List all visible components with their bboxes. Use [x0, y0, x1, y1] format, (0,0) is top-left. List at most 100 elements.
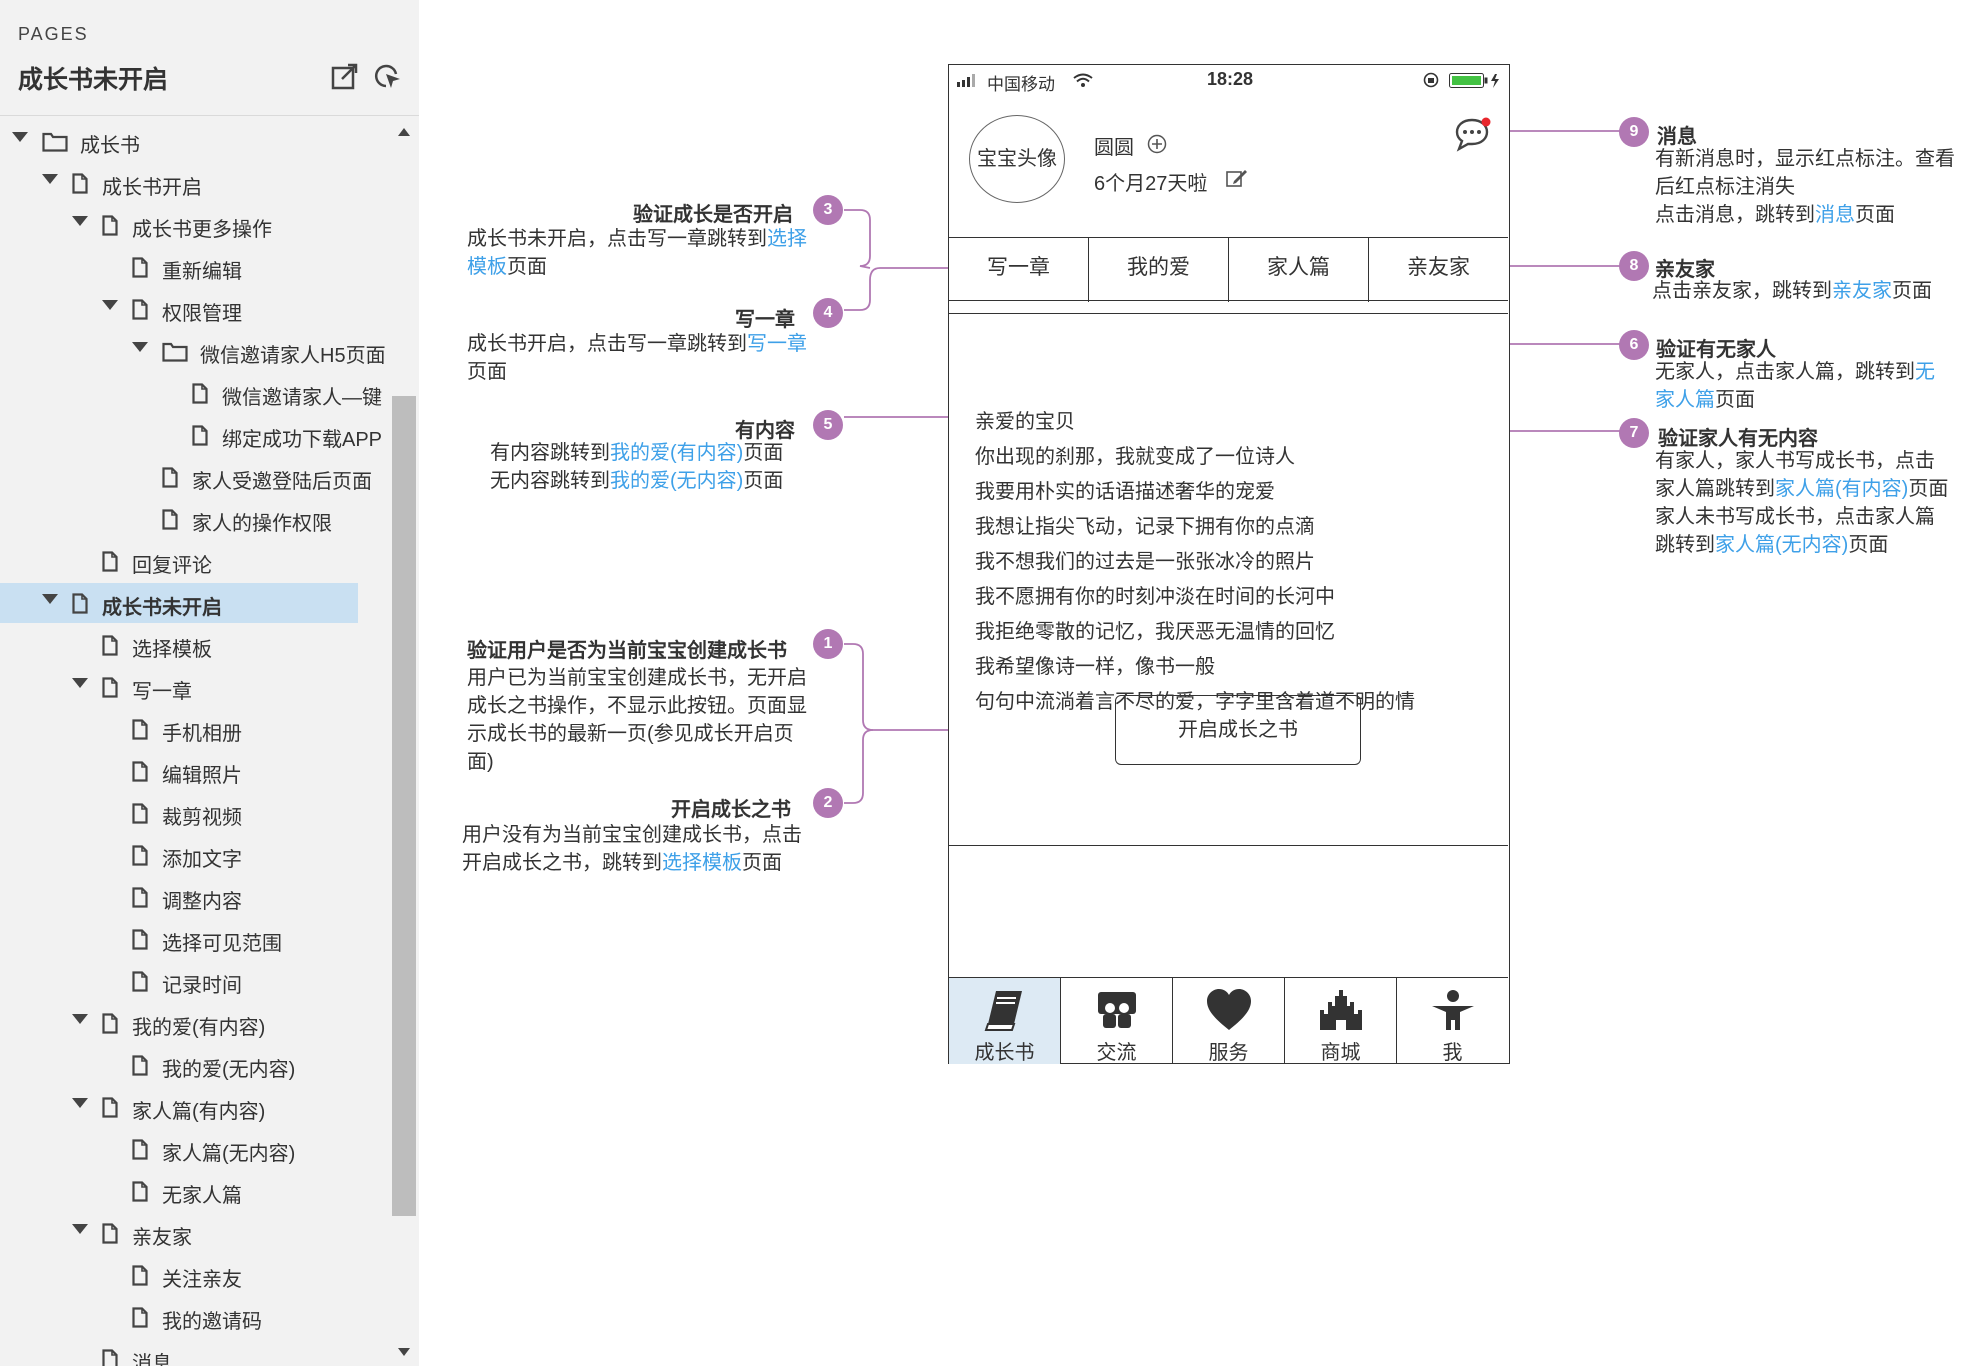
tree-item-9[interactable]: 家人的操作权限 [0, 499, 358, 539]
text: 页面 [467, 361, 507, 383]
nav-service[interactable]: 服务 [1173, 978, 1285, 1064]
annotation-5-line-2: 无内容跳转到我的爱(无内容)页面 [490, 467, 820, 495]
link-messages[interactable]: 消息 [1815, 204, 1855, 226]
page-icon [72, 173, 88, 194]
open-growth-book-button[interactable]: 开启成长之书 [1115, 695, 1361, 765]
tree-item-label: 我的爱(无内容) [162, 1059, 296, 1081]
tree-item-26[interactable]: 亲友家 [0, 1213, 358, 1253]
tree-item-14[interactable]: 手机相册 [0, 709, 358, 749]
profile-header: 宝宝头像 圆圆 6个月27天啦 [949, 95, 1508, 237]
tab-label: 亲友家 [1407, 256, 1470, 279]
nav-mall[interactable]: 商城 [1285, 978, 1397, 1064]
tree-item-17[interactable]: 添加文字 [0, 835, 358, 875]
page-icon [102, 677, 118, 698]
tab-label: 我的爱 [1127, 256, 1190, 279]
link-my-love-no-content[interactable]: 我的爱(无内容) [610, 470, 743, 492]
tree-item-10[interactable]: 回复评论 [0, 541, 358, 581]
tree-item-16[interactable]: 裁剪视频 [0, 793, 358, 833]
link-friends[interactable]: 亲友家 [1832, 280, 1892, 302]
person-icon [1431, 990, 1474, 1030]
nav-label: 商城 [1320, 1042, 1361, 1064]
tree-item-19[interactable]: 选择可见范围 [0, 919, 358, 959]
tab-family[interactable]: 家人篇 [1229, 238, 1369, 302]
page-icon [102, 551, 118, 572]
tree-item-11[interactable]: 成长书未开启 [0, 583, 358, 623]
tree-item-5[interactable]: 微信邀请家人H5页面 [0, 331, 386, 371]
tree-item-label: 家人的操作权限 [192, 513, 332, 535]
tree-item-label: 成长书未开启 [102, 597, 222, 619]
edit-profile-icon[interactable] [1226, 168, 1248, 188]
expand-toggle-icon[interactable] [42, 174, 58, 184]
nav-me[interactable]: 我 [1397, 978, 1508, 1064]
tab-my-love[interactable]: 我的爱 [1089, 238, 1229, 302]
tree-item-27[interactable]: 关注亲友 [0, 1255, 358, 1295]
link-family-no-content[interactable]: 家人篇(无内容) [1715, 534, 1848, 556]
nav-growth-book[interactable]: 成长书 [949, 978, 1061, 1064]
expand-toggle-icon[interactable] [72, 1224, 88, 1234]
link-write-chapter[interactable]: 写一章 [747, 333, 807, 355]
tree-item-12[interactable]: 选择模板 [0, 625, 358, 665]
expand-toggle-icon[interactable] [72, 1098, 88, 1108]
locate-page-icon[interactable] [372, 62, 402, 92]
nav-label: 服务 [1208, 1042, 1249, 1064]
baby-age: 6个月27天啦 [1094, 173, 1208, 195]
status-bar: 中国移动 18:28 [949, 65, 1508, 95]
tab-label: 家人篇 [1267, 256, 1330, 279]
wifi-icon [1073, 73, 1093, 87]
nav-chat[interactable]: 交流 [1061, 978, 1173, 1064]
tree-item-2[interactable]: 成长书更多操作 [0, 205, 358, 245]
scroll-down-arrow-icon[interactable] [398, 1348, 410, 1356]
tree-item-22[interactable]: 我的爱(无内容) [0, 1045, 358, 1085]
annotation-7-para-2: 家人未书写成长书，点击家人篇跳转到家人篇(无内容)页面 [1655, 503, 1950, 559]
tree-item-3[interactable]: 重新编辑 [0, 247, 358, 287]
expand-toggle-icon[interactable] [132, 342, 148, 352]
scroll-up-arrow-icon[interactable] [398, 128, 410, 136]
nav-label: 我 [1442, 1042, 1463, 1064]
expand-toggle-icon[interactable] [72, 678, 88, 688]
phone-mockup: 中国移动 18:28 宝宝头像 圆圆 6个月27天啦 写一章 我的爱 家人篇 亲… [948, 64, 1510, 1064]
tree-item-label: 写一章 [132, 681, 192, 703]
pages-panel: PAGES 成长书未开启 成长书 成长书开启 成长书更多操作 重新编辑 权限管理 微信邀请… [0, 0, 419, 1366]
link-family-with-content[interactable]: 家人篇(有内容) [1775, 478, 1908, 500]
annotation-3-badge: 3 [813, 195, 843, 225]
tree-item-20[interactable]: 记录时间 [0, 961, 358, 1001]
scrollbar-thumb[interactable] [392, 396, 416, 1216]
tab-write-chapter[interactable]: 写一章 [949, 238, 1089, 302]
tree-item-28[interactable]: 我的邀请码 [0, 1297, 358, 1337]
tree-item-1[interactable]: 成长书开启 [0, 163, 358, 203]
tree-item-25[interactable]: 无家人篇 [0, 1171, 358, 1211]
tree-item-label: 手机相册 [162, 723, 242, 745]
tree-item-24[interactable]: 家人篇(无内容) [0, 1129, 358, 1169]
tree-item-7[interactable]: 绑定成功下载APP [0, 415, 382, 455]
expand-toggle-icon[interactable] [72, 1014, 88, 1024]
message-icon[interactable] [1454, 117, 1494, 153]
tree-item-0[interactable]: 成长书 [0, 121, 358, 161]
tree-item-8[interactable]: 家人受邀登陆后页面 [0, 457, 372, 497]
expand-toggle-icon[interactable] [102, 300, 118, 310]
add-page-icon[interactable] [330, 62, 360, 92]
tree-item-label: 微信邀请家人—键 [222, 387, 382, 409]
tree-item-29[interactable]: 消息 [0, 1339, 358, 1366]
bottom-nav: 成长书 交流 服务 商城 我 [949, 977, 1508, 1064]
tab-friends[interactable]: 亲友家 [1369, 238, 1508, 302]
tree-item-4[interactable]: 权限管理 [0, 289, 358, 329]
expand-toggle-icon[interactable] [72, 216, 88, 226]
tree-item-18[interactable]: 调整内容 [0, 877, 358, 917]
link-my-love-with-content[interactable]: 我的爱(有内容) [610, 442, 743, 464]
tree-item-23[interactable]: 家人篇(有内容) [0, 1087, 358, 1127]
page-tree: 成长书 成长书开启 成长书更多操作 重新编辑 权限管理 微信邀请家人H5页面微信邀请家人—… [0, 116, 390, 1366]
tree-item-6[interactable]: 微信邀请家人—键 [0, 373, 382, 413]
tree-item-label: 裁剪视频 [162, 807, 242, 829]
tree-item-label: 我的爱(有内容) [132, 1017, 266, 1039]
expand-toggle-icon[interactable] [12, 132, 28, 142]
tree-item-21[interactable]: 我的爱(有内容) [0, 1003, 358, 1043]
expand-toggle-icon[interactable] [42, 594, 58, 604]
link-choose-template[interactable]: 选择模板 [662, 852, 742, 874]
tree-scrollbar[interactable] [390, 116, 419, 1366]
tree-item-13[interactable]: 写一章 [0, 667, 358, 707]
annotation-2-badge: 2 [813, 788, 843, 818]
baby-avatar[interactable]: 宝宝头像 [969, 115, 1065, 203]
add-baby-icon[interactable] [1147, 134, 1167, 154]
tree-item-15[interactable]: 编辑照片 [0, 751, 358, 791]
annotation-7-para-1: 有家人，家人书写成长书，点击家人篇跳转到家人篇(有内容)页面 [1655, 447, 1950, 503]
